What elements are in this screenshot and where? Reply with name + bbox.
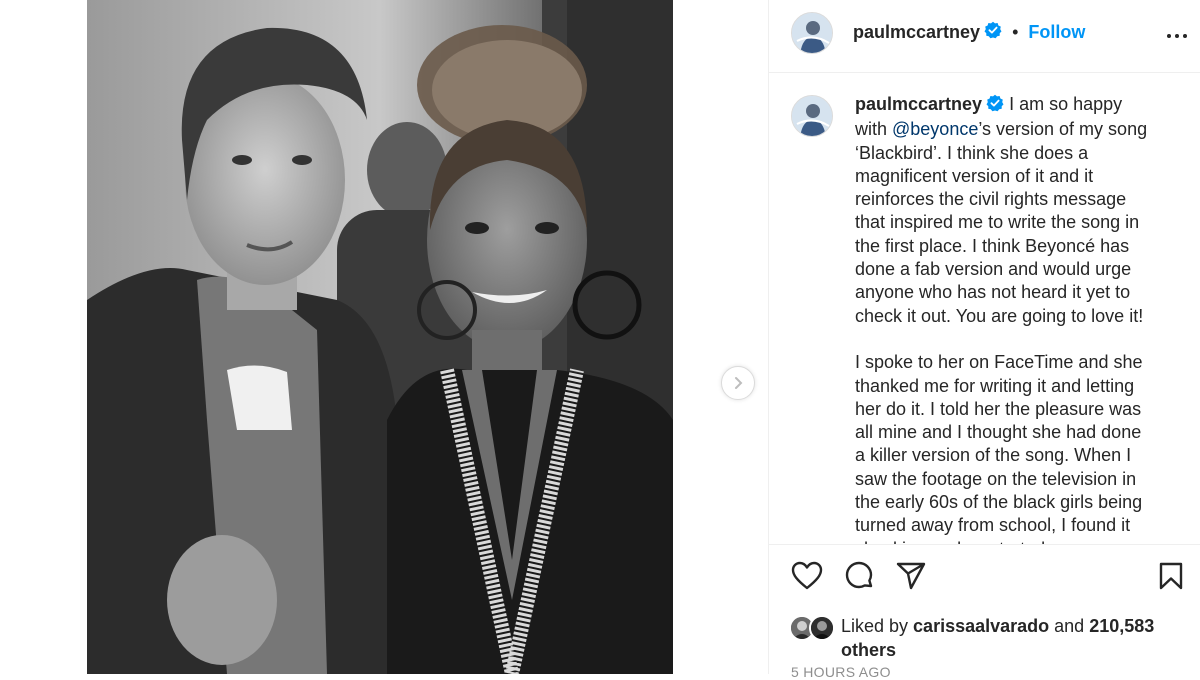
save-button[interactable] (1155, 560, 1187, 597)
share-icon (896, 562, 926, 590)
heart-icon (791, 561, 823, 590)
next-photo-button[interactable] (721, 366, 755, 400)
bookmark-icon (1159, 562, 1183, 590)
caption-body-rest: ’s version of my song ‘Blackbird’. I thi… (855, 119, 1148, 544)
caption-username-link[interactable]: paulmccartney (855, 94, 982, 114)
bw-photo-illustration (87, 0, 673, 674)
liker-avatar[interactable] (809, 615, 835, 641)
verified-badge-icon (986, 94, 1004, 118)
share-button[interactable] (895, 560, 927, 597)
like-button[interactable] (791, 560, 823, 597)
likes-prefix: Liked by (841, 616, 914, 636)
chevron-right-icon (735, 377, 743, 389)
username-link[interactable]: paulmccartney (853, 22, 980, 43)
caption-text: paulmccartney I am so happy with @beyonc… (855, 93, 1175, 544)
caption-avatar[interactable] (791, 95, 833, 137)
profile-picture (792, 13, 832, 53)
likes-others-link[interactable]: others (841, 640, 896, 660)
follow-button[interactable]: Follow (1028, 22, 1085, 43)
verified-badge-icon (984, 21, 1002, 44)
avatar[interactable] (791, 12, 833, 54)
header-username-row: paulmccartney • Follow (853, 21, 1085, 44)
comment-button[interactable] (843, 560, 875, 597)
post-header: paulmccartney • Follow (769, 0, 1200, 73)
action-bar (769, 560, 1200, 600)
likes-summary: Liked by carissaalvarado and 210,583 othe… (841, 614, 1181, 662)
post-side-panel: paulmccartney • Follow paulmccartney I a… (768, 0, 1200, 680)
post-timestamp[interactable]: 5 hours ago (791, 664, 891, 680)
liker-avatar-image (811, 617, 833, 639)
post-photo[interactable] (87, 0, 673, 674)
mention-link[interactable]: @beyonce (892, 119, 978, 139)
likes-count-link[interactable]: 210,583 (1089, 616, 1154, 636)
separator-dot: • (1012, 22, 1019, 42)
liker-username-link[interactable]: carissaalvarado (913, 616, 1049, 636)
comment-icon (845, 561, 873, 589)
profile-picture (792, 96, 832, 136)
caption-area[interactable]: paulmccartney I am so happy with @beyonc… (769, 73, 1200, 545)
likes-middle: and (1049, 616, 1090, 636)
more-options-icon[interactable] (1165, 24, 1189, 53)
